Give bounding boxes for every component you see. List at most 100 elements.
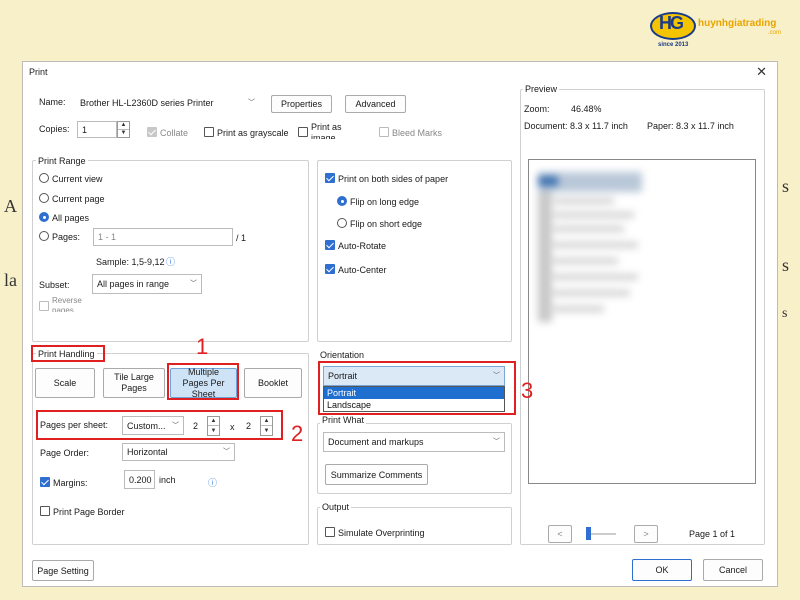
collate-checkbox[interactable] [147, 127, 157, 137]
copies-input[interactable]: 1 [77, 121, 117, 138]
pages-label: Pages: [52, 232, 81, 242]
page-order-label: Page Order: [40, 448, 90, 458]
chevron-down-icon: ﹀ [248, 99, 255, 107]
reverse-pages-label: Reverse pages [52, 296, 82, 312]
output-group [317, 507, 512, 545]
simulate-overprinting-label: Simulate Overprinting [338, 528, 425, 538]
print-as-image-label: Print as image [311, 122, 342, 139]
booklet-button[interactable]: Booklet [244, 368, 302, 398]
subset-select[interactable]: All pages in range ﹀ [92, 274, 202, 294]
grayscale-checkbox[interactable] [204, 127, 214, 137]
both-sides-label: Print on both sides of paper [338, 174, 449, 184]
logo-name: huynhgiatrading [698, 18, 777, 29]
cancel-button[interactable]: Cancel [703, 559, 763, 581]
tile-large-pages-button[interactable]: Tile Large Pages [103, 368, 165, 398]
margins-checkbox[interactable] [40, 477, 50, 487]
annotation-box-multiple-pages [167, 363, 239, 400]
annotation-box-print-handling [31, 345, 105, 362]
simulate-overprinting-checkbox[interactable] [325, 527, 335, 537]
short-edge-radio[interactable] [337, 218, 347, 228]
grayscale-label: Print as grayscale [217, 128, 289, 138]
auto-center-label: Auto-Center [338, 265, 387, 275]
bleed-marks-checkbox[interactable] [379, 127, 389, 137]
dialog-title: Print [29, 67, 48, 77]
current-page-radio[interactable] [39, 193, 49, 203]
current-view-radio[interactable] [39, 173, 49, 183]
bg-text: s [782, 255, 790, 275]
auto-rotate-label: Auto-Rotate [338, 241, 387, 251]
auto-center-checkbox[interactable] [325, 264, 335, 274]
printer-select-value: Brother HL-L2360D series Printer [80, 98, 214, 108]
print-what-value: Document and markups [328, 437, 424, 447]
margins-input[interactable]: 0.200 [124, 470, 155, 489]
next-page-button[interactable]: > [634, 525, 658, 543]
bg-text: s [782, 176, 790, 196]
document-size: Document: 8.3 x 11.7 inch [524, 121, 628, 131]
down-arrow-icon[interactable]: ▼ [118, 130, 129, 138]
annotation-number-2: 2 [291, 421, 304, 446]
prev-page-button[interactable]: < [548, 525, 572, 543]
subset-value: All pages in range [97, 279, 170, 289]
print-range-group [32, 160, 309, 342]
print-page-border-checkbox[interactable] [40, 506, 50, 516]
preview-title: Preview [523, 84, 560, 94]
margins-unit: inch [159, 475, 176, 485]
zoom-value: 46.48% [571, 104, 602, 114]
duplex-group [317, 160, 512, 342]
bg-text: A [4, 196, 17, 216]
orientation-title: Orientation [320, 350, 365, 360]
ok-button[interactable]: OK [632, 559, 692, 581]
annotation-box-pages-per-sheet [36, 410, 283, 440]
long-edge-radio[interactable] [337, 196, 347, 206]
margins-label: Margins: [53, 478, 88, 488]
logo-since: since 2013 [658, 42, 689, 48]
up-arrow-icon[interactable]: ▲ [118, 122, 129, 130]
printer-select[interactable]: Brother HL-L2360D series Printer ﹀ [75, 94, 260, 112]
all-pages-radio[interactable] [39, 212, 49, 222]
current-view-label: Current view [52, 174, 103, 184]
page-order-value: Horizontal [127, 447, 168, 457]
zoom-label: Zoom: [524, 104, 550, 114]
paper-size: Paper: 8.3 x 11.7 inch [647, 121, 734, 131]
page-order-select[interactable]: Horizontal ﹀ [122, 443, 235, 461]
pages-radio[interactable] [39, 231, 49, 241]
annotation-number-1: 1 [196, 334, 209, 359]
properties-button[interactable]: Properties [271, 95, 332, 113]
page-slider-thumb[interactable] [586, 527, 591, 540]
page-indicator: Page 1 of 1 [689, 529, 736, 539]
copies-stepper[interactable]: ▲ ▼ [117, 121, 130, 138]
sample-text: Sample: 1,5-9,12 [96, 257, 165, 267]
reverse-pages-checkbox[interactable] [39, 301, 49, 311]
bleed-marks-label: Bleed Marks [392, 128, 443, 138]
preview-thumbnail [538, 172, 642, 322]
print-range-title: Print Range [36, 156, 88, 166]
summarize-comments-button[interactable]: Summarize Comments [325, 464, 428, 485]
close-icon[interactable]: ✕ [756, 64, 767, 80]
print-as-image-checkbox[interactable] [298, 127, 308, 137]
info-icon: ⓘ [208, 478, 218, 488]
pages-input[interactable]: 1 - 1 [93, 228, 233, 246]
auto-rotate-checkbox[interactable] [325, 240, 335, 250]
chevron-down-icon: ﹀ [223, 448, 230, 456]
annotation-box-orientation [318, 361, 516, 415]
chevron-down-icon: ﹀ [190, 280, 197, 288]
scale-button[interactable]: Scale [35, 368, 95, 398]
current-page-label: Current page [52, 194, 105, 204]
print-what-title: Print What [320, 415, 367, 425]
info-icon: ⓘ [166, 257, 176, 267]
page-setting-button[interactable]: Page Setting [32, 560, 94, 581]
bg-text: s [782, 306, 788, 321]
output-title: Output [320, 502, 352, 512]
collate-label: Collate [160, 128, 189, 138]
printer-name-label: Name: [39, 97, 66, 107]
pages-total: / 1 [236, 233, 247, 243]
both-sides-checkbox[interactable] [325, 173, 335, 183]
logo-letters: HG [659, 13, 684, 33]
logo-tld: .com [768, 30, 782, 36]
all-pages-label: All pages [52, 213, 90, 223]
print-page-border-label: Print Page Border [53, 507, 125, 517]
bg-text: la [4, 270, 17, 290]
print-what-select[interactable]: Document and markups ﹀ [323, 432, 505, 452]
short-edge-label: Flip on short edge [350, 219, 423, 229]
advanced-button[interactable]: Advanced [345, 95, 406, 113]
